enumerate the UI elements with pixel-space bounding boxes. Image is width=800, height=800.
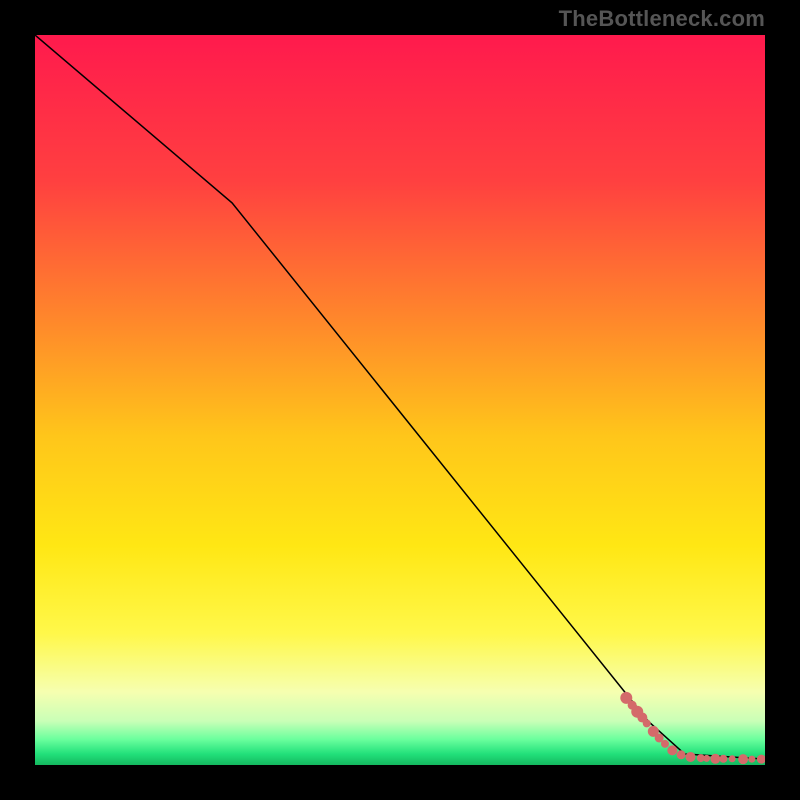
plot-area	[35, 35, 765, 765]
data-marker	[643, 719, 651, 727]
data-marker	[729, 755, 736, 762]
data-marker	[667, 745, 677, 755]
data-marker	[661, 740, 669, 748]
chart-svg	[35, 35, 765, 765]
watermark-text: TheBottleneck.com	[559, 6, 765, 32]
data-marker	[710, 754, 720, 764]
data-marker	[677, 750, 686, 759]
data-marker	[748, 756, 755, 763]
data-marker	[738, 754, 748, 764]
gradient-background	[35, 35, 765, 765]
data-marker	[703, 755, 710, 762]
chart-frame: TheBottleneck.com	[0, 0, 800, 800]
data-marker	[719, 755, 727, 763]
data-marker	[686, 752, 696, 762]
